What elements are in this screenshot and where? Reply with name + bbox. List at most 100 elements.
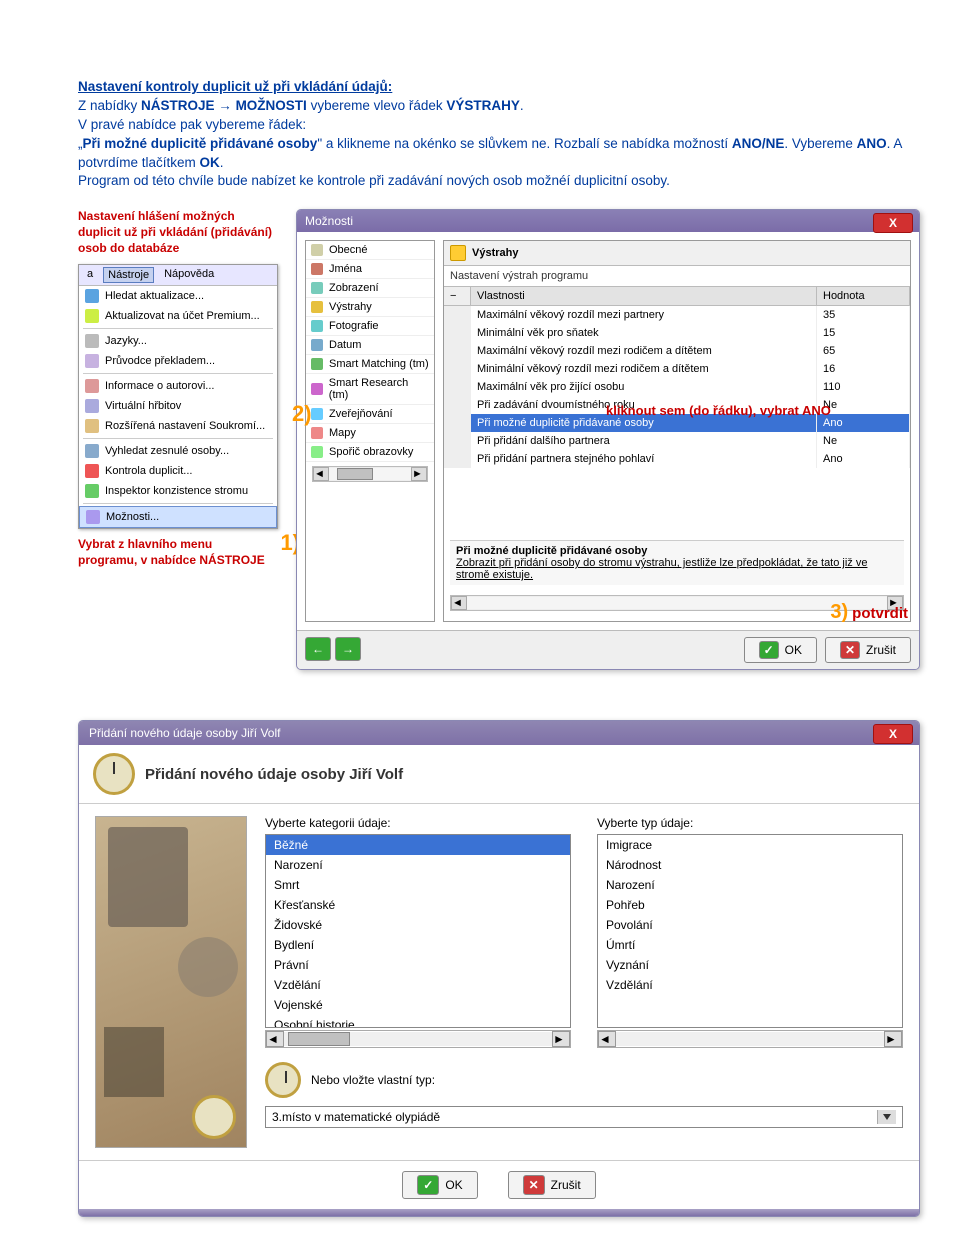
research-icon <box>311 383 323 395</box>
category-scrollbar[interactable]: ◄► <box>265 1030 571 1048</box>
menu-help[interactable]: Nápověda <box>160 267 218 283</box>
opt-cat-display[interactable]: Zobrazení <box>306 279 434 298</box>
tag-icon <box>311 263 323 275</box>
label-type: Vyberte typ údaje: <box>597 816 903 830</box>
photo-sidebar <box>95 816 247 1148</box>
opt-cat-alerts[interactable]: Výstrahy <box>306 298 434 317</box>
add-fact-dialog: Přidání nového údaje osoby Jiří Volf X P… <box>78 720 920 1217</box>
screen-icon <box>311 446 323 458</box>
panel-subheading: Nastavení výstrah programu <box>444 266 910 286</box>
table-row[interactable]: Maximální věkový rozdíl mezi rodičem a d… <box>444 342 910 360</box>
table-row[interactable]: Při přidání dalšího partneraNe <box>444 432 910 450</box>
list-item[interactable]: Pohřeb <box>598 895 902 915</box>
list-item[interactable]: Vojenské <box>266 995 570 1015</box>
menu-item-premium[interactable]: Aktualizovat na účet Premium... <box>79 306 277 326</box>
list-item[interactable]: Úmrtí <box>598 935 902 955</box>
menu-item-options[interactable]: Možnosti... <box>79 506 277 528</box>
list-item[interactable]: Židovské <box>266 915 570 935</box>
note-confirm: 3)potvrdit <box>830 601 908 624</box>
label-category: Vyberte kategorii údaje: <box>265 816 571 830</box>
list-item[interactable]: Imigrace <box>598 835 902 855</box>
calendar-icon <box>311 339 323 351</box>
search-icon <box>85 444 99 458</box>
next-button[interactable]: → <box>335 637 361 661</box>
menu-item-consistency[interactable]: Inspektor konzistence stromu <box>79 481 277 501</box>
chevron-down-icon[interactable] <box>877 1110 896 1124</box>
instructions-block: Nastavení kontroly duplicit už při vklád… <box>78 78 920 191</box>
menu-item-cemetery[interactable]: Virtuální hřbitov <box>79 396 277 416</box>
portrait-image <box>108 827 188 927</box>
note-click-row: kliknout sem (do řádku), vybrat ANO <box>606 403 831 418</box>
cat-scrollbar[interactable]: ◄► <box>312 466 428 482</box>
instr-title: Nastavení kontroly duplicit už při vklád… <box>78 79 392 94</box>
list-item[interactable]: Narození <box>598 875 902 895</box>
list-item[interactable]: Národnost <box>598 855 902 875</box>
custom-type-value: 3.místo v matematické olypiádě <box>272 1110 440 1124</box>
list-item[interactable]: Narození <box>266 855 570 875</box>
table-row[interactable]: Maximální věk pro žijící osobu110 <box>444 378 910 396</box>
clock-icon <box>265 1062 301 1098</box>
table-row[interactable]: Při přidání partnera stejného pohlavíAno <box>444 450 910 468</box>
menu-item-privacy[interactable]: Rozšířená nastavení Soukromí... <box>79 416 277 436</box>
table-row[interactable]: Maximální věkový rozdíl mezi partnery35 <box>444 306 910 324</box>
list-item[interactable]: Vzdělání <box>266 975 570 995</box>
table-row[interactable]: Minimální věkový rozdíl mezi rodičem a d… <box>444 360 910 378</box>
list-item[interactable]: Povolání <box>598 915 902 935</box>
photo-icon <box>311 320 323 332</box>
info-icon <box>85 379 99 393</box>
lock-icon <box>85 419 99 433</box>
list-item[interactable]: Křesťanské <box>266 895 570 915</box>
opt-cat-general[interactable]: Obecné <box>306 241 434 260</box>
menu-item-translation[interactable]: Průvodce překladem... <box>79 351 277 371</box>
opt-cat-screensaver[interactable]: Spořič obrazovky <box>306 443 434 462</box>
menu-item-author[interactable]: Informace o autorovi... <box>79 376 277 396</box>
type-listbox[interactable]: Imigrace Národnost Narození Pohřeb Povol… <box>597 834 903 1028</box>
globe-icon <box>85 289 99 303</box>
menu-item-deceased[interactable]: Vyhledat zesnulé osoby... <box>79 441 277 461</box>
ok-button[interactable]: ✓OK <box>402 1171 477 1199</box>
list-item[interactable]: Vzdělání <box>598 975 902 995</box>
close-button[interactable]: X <box>873 213 913 233</box>
custom-type-combo[interactable]: 3.místo v matematické olypiádě <box>265 1106 903 1128</box>
alert-icon <box>450 245 466 261</box>
opt-cat-date[interactable]: Datum <box>306 336 434 355</box>
list-item[interactable]: Právní <box>266 955 570 975</box>
add-fact-titlebar: Přidání nového údaje osoby Jiří Volf X <box>79 721 919 745</box>
close-button[interactable]: X <box>873 724 913 744</box>
opt-cat-photos[interactable]: Fotografie <box>306 317 434 336</box>
cancel-button[interactable]: ✕Zrušit <box>825 637 911 663</box>
opt-cat-publish[interactable]: Zveřejňování <box>306 405 434 424</box>
eye-icon <box>311 282 323 294</box>
add-fact-title: Přidání nového údaje osoby Jiří Volf <box>89 726 280 740</box>
menu-item-duplicates[interactable]: Kontrola duplicit... <box>79 461 277 481</box>
options-panel: Výstrahy Nastavení výstrah programu − Vl… <box>443 240 911 622</box>
doc-icon <box>311 244 323 256</box>
type-scrollbar[interactable]: ◄► <box>597 1030 903 1048</box>
menu-tools[interactable]: Nástroje <box>103 267 154 283</box>
prev-button[interactable]: ← <box>305 637 331 661</box>
grave-icon <box>85 399 99 413</box>
gear-icon <box>86 510 100 524</box>
flag-icon <box>85 334 99 348</box>
opt-cat-maps[interactable]: Mapy <box>306 424 434 443</box>
list-item[interactable]: Běžné <box>266 835 570 855</box>
list-item[interactable]: Smrt <box>266 875 570 895</box>
hint-box: Při možné duplicitě přidávané osoby Zobr… <box>450 540 904 585</box>
properties-table-header: − Vlastnosti Hodnota <box>444 286 910 306</box>
add-fact-footer: ✓OK ✕Zrušit <box>79 1160 919 1209</box>
menu-misc[interactable]: a <box>83 267 97 283</box>
opt-cat-names[interactable]: Jména <box>306 260 434 279</box>
category-listbox[interactable]: Běžné Narození Smrt Křesťanské Židovské … <box>265 834 571 1028</box>
tools-menu: a Nástroje Nápověda Hledat aktualizace..… <box>78 264 278 529</box>
table-row[interactable]: Minimální věk pro sňatek15 <box>444 324 910 342</box>
opt-cat-smartresearch[interactable]: Smart Research (tm) <box>306 374 434 405</box>
ok-button[interactable]: ✓OK <box>744 637 817 663</box>
list-item[interactable]: Vyznání <box>598 955 902 975</box>
menu-item-updates[interactable]: Hledat aktualizace... <box>79 286 277 306</box>
menu-item-languages[interactable]: Jazyky... <box>79 331 277 351</box>
opt-cat-smartmatch[interactable]: Smart Matching (tm) <box>306 355 434 374</box>
cancel-button[interactable]: ✕Zrušit <box>508 1171 596 1199</box>
list-item[interactable]: Bydlení <box>266 935 570 955</box>
menubar: a Nástroje Nápověda <box>79 265 277 286</box>
list-item[interactable]: Osobní historie <box>266 1015 570 1028</box>
